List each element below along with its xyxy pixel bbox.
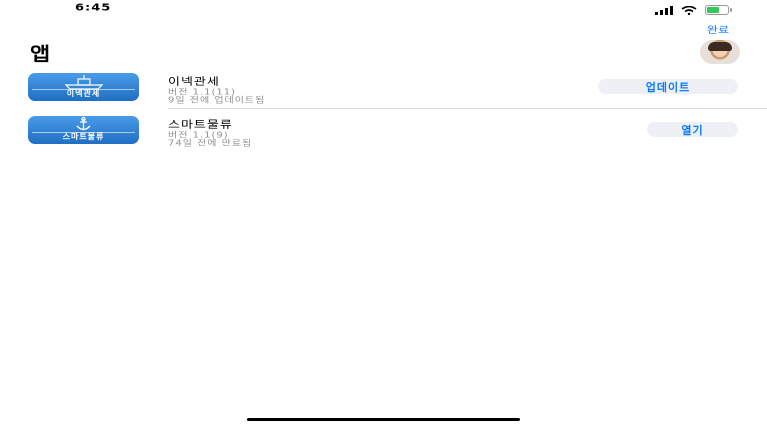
home-indicator	[247, 418, 520, 421]
update-button[interactable]: 업데이트	[598, 79, 738, 94]
status-bar: 6:45	[0, 0, 767, 22]
divider	[168, 108, 767, 109]
app-icon-logistics[interactable]: 스마트물류	[28, 116, 139, 144]
app-icon-label: 스마트물류	[62, 132, 105, 141]
page-title: 앱	[30, 44, 51, 66]
app-icon-label: 이넥관세	[66, 89, 101, 98]
app-row[interactable]: 이넥관세 이넥관세 버전 1.1(11) 9일 전에 업데이트됨 업데이트	[0, 73, 767, 109]
app-date: 9일 전에 업데이트됨	[168, 96, 266, 105]
app-icon-customs[interactable]: 이넥관세	[28, 73, 139, 101]
status-time: 6:45	[75, 2, 112, 14]
app-row[interactable]: 스마트물류 스마트물류 버전 1.1(9) 74일 전에 만료됨 열기	[0, 116, 767, 152]
app-date: 74일 전에 만료됨	[168, 139, 253, 148]
done-button[interactable]: 완료	[707, 23, 729, 36]
avatar[interactable]	[700, 40, 740, 64]
battery-icon	[705, 5, 732, 15]
cellular-signal-icon	[655, 5, 673, 15]
open-button[interactable]: 열기	[647, 122, 738, 137]
status-icons	[655, 5, 732, 15]
wifi-icon	[681, 5, 697, 15]
